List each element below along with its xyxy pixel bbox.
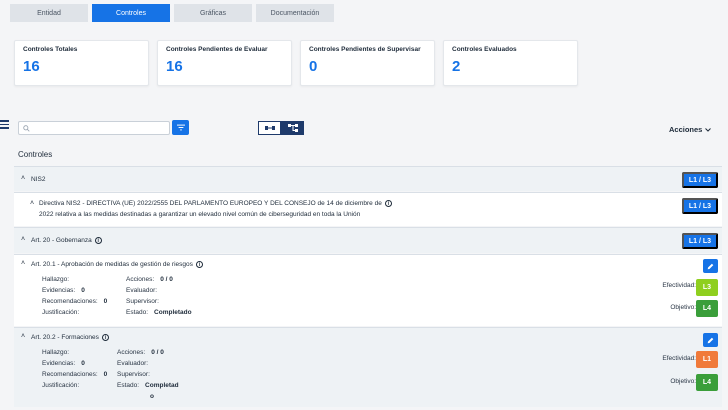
linear-view-icon (264, 126, 275, 130)
field-supervisor: Supervisor: (126, 298, 159, 305)
objetivo-label: Objetivo: (670, 378, 696, 385)
field-estado-wrap: o (150, 393, 154, 400)
filter-button[interactable] (172, 120, 189, 135)
filter-icon (176, 124, 185, 131)
tree-row-directiva[interactable]: ˄ Directiva NIS2 - DIRECTIVA (UE) 2022/2… (14, 192, 722, 226)
info-icon[interactable]: i (101, 333, 109, 341)
linear-view-button[interactable] (258, 121, 281, 135)
tree-row-art20-2[interactable]: ˄ Art. 20.2 - Formaciones i Hallazgo: Evi… (14, 327, 722, 407)
pencil-icon (707, 263, 714, 269)
actions-dropdown[interactable]: Acciones (669, 125, 712, 134)
chevron-up-icon[interactable]: ˄ (30, 200, 34, 207)
level-button[interactable]: L1 / L3 (682, 198, 718, 214)
info-icon[interactable]: i (94, 236, 102, 244)
summary-cards: Controles Totales 16 Controles Pendiente… (14, 40, 578, 86)
tree-view-icon (287, 124, 298, 132)
card-pendientes-evaluar: Controles Pendientes de Evaluar 16 (157, 40, 292, 86)
tab-graficas[interactable]: Gráficas (174, 4, 252, 22)
field-evidencias: Evidencias: 0 (42, 287, 85, 294)
field-supervisor: Supervisor: (117, 371, 150, 378)
field-justificacion: Justificación: (42, 382, 80, 389)
pencil-icon (707, 337, 714, 343)
chevron-up-icon[interactable]: ˄ (21, 260, 25, 267)
row-label: Art. 20 - Gobernanza i (31, 235, 102, 246)
tree-row-nis2[interactable]: ˄ NIS2 L1 / L3 (14, 166, 722, 191)
row-label: Art. 20.2 - Formaciones i (31, 332, 109, 343)
field-recomendaciones: Recomendaciones: 0 (42, 371, 108, 378)
search-box (18, 121, 170, 135)
efectividad-label: Efectividad: (662, 355, 696, 362)
card-value: 16 (23, 58, 40, 75)
efectividad-label: Efectividad: (662, 282, 696, 289)
row-label: Art. 20.1 - Aprobación de medidas de ges… (31, 259, 203, 270)
tab-documentacion[interactable]: Documentación (256, 4, 334, 22)
section-title: Controles (18, 150, 53, 159)
field-estado: Estado: Completad (117, 382, 179, 389)
level-button[interactable]: L1 / L3 (682, 233, 718, 249)
field-estado: Estado: Completado (126, 309, 192, 316)
objetivo-level-badge: L4 (696, 300, 718, 317)
efectividad-level-badge: L1 (696, 351, 718, 368)
tree-row-art20-1[interactable]: ˄ Art. 20.1 - Aprobación de medidas de g… (14, 254, 722, 326)
card-value: 0 (309, 58, 318, 75)
card-controles-totales: Controles Totales 16 (14, 40, 149, 86)
row-label-line2: 2022 relativa a las medidas destinadas a… (39, 211, 361, 218)
row-label-text: Art. 20.1 - Aprobación de medidas de ges… (31, 261, 193, 268)
field-recomendaciones: Recomendaciones: 0 (42, 298, 108, 305)
row-label-text: Art. 20.2 - Formaciones (31, 334, 99, 341)
field-evidencias: Evidencias: 0 (42, 360, 85, 367)
view-toggle (258, 121, 304, 135)
edit-button[interactable] (703, 259, 718, 273)
tab-controles[interactable]: Controles (92, 4, 170, 22)
card-pendientes-supervisar: Controles Pendientes de Supervisar 0 (300, 40, 435, 86)
search-icon (23, 124, 30, 132)
chevron-up-icon[interactable]: ˄ (21, 175, 25, 182)
edit-button[interactable] (703, 333, 718, 347)
search-input[interactable] (33, 124, 163, 132)
objetivo-level-badge: L4 (696, 374, 718, 391)
field-evaluador: Evaluador: (117, 360, 149, 367)
row-label-line1: Directiva NIS2 - DIRECTIVA (UE) 2022/255… (39, 200, 382, 207)
field-acciones: Acciones: 0 / 0 (117, 349, 164, 356)
objetivo-label: Objetivo: (670, 304, 696, 311)
field-evaluador: Evaluador: (126, 287, 158, 294)
chevron-up-icon[interactable]: ˄ (21, 333, 25, 340)
hamburger-menu-icon[interactable] (0, 120, 9, 129)
card-label: Controles Pendientes de Supervisar (309, 46, 421, 53)
level-button[interactable]: L1 / L3 (682, 172, 718, 188)
card-value: 16 (166, 58, 183, 75)
info-icon[interactable]: i (195, 260, 203, 268)
card-label: Controles Evaluados (452, 46, 517, 53)
tab-bar: Entidad Controles Gráficas Documentación (10, 4, 334, 22)
field-hallazgo: Hallazgo: (42, 276, 70, 283)
field-acciones: Acciones: 0 / 0 (126, 276, 173, 283)
tree-view-button[interactable] (281, 121, 304, 135)
field-justificacion: Justificación: (42, 309, 80, 316)
efectividad-level-badge: L3 (696, 279, 718, 296)
row-label: Directiva NIS2 - DIRECTIVA (UE) 2022/255… (39, 198, 392, 220)
field-hallazgo: Hallazgo: (42, 349, 70, 356)
card-evaluados: Controles Evaluados 2 (443, 40, 578, 86)
row-label: NIS2 (31, 176, 46, 183)
info-icon[interactable]: i (384, 199, 392, 207)
tab-entidad[interactable]: Entidad (10, 4, 88, 22)
card-value: 2 (452, 58, 461, 75)
chevron-up-icon[interactable]: ˄ (21, 236, 25, 243)
chevron-down-icon (705, 127, 712, 132)
row-label-text: Art. 20 - Gobernanza (31, 237, 92, 244)
actions-label: Acciones (669, 125, 703, 134)
card-label: Controles Pendientes de Evaluar (166, 46, 268, 53)
card-label: Controles Totales (23, 46, 78, 53)
tree-row-art20[interactable]: ˄ Art. 20 - Gobernanza i L1 / L3 (14, 227, 722, 253)
